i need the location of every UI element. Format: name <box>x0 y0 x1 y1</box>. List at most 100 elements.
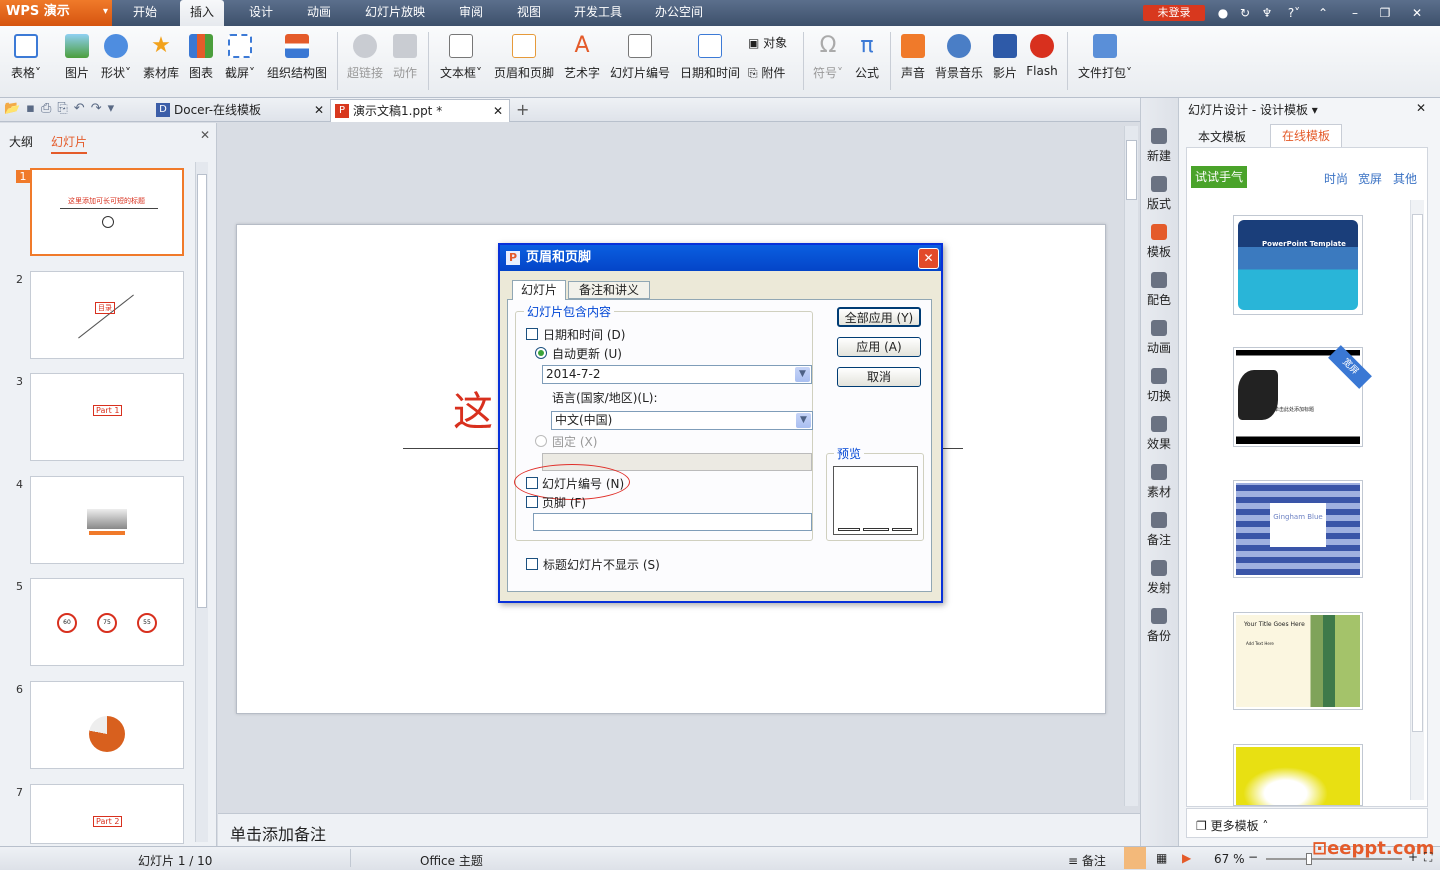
collapse-ribbon-icon[interactable]: ⌃ <box>1314 4 1332 22</box>
template-gingham-blue[interactable]: Gingham Blue <box>1233 480 1363 578</box>
tab-local-templates[interactable]: 本文模板 <box>1198 128 1246 145</box>
filter-widescreen[interactable]: 宽屏 <box>1358 170 1382 187</box>
app-menu-button[interactable]: WPS 演示 ▾ <box>0 0 112 26</box>
tab-home[interactable]: 开始 <box>122 0 168 26</box>
cancel-button[interactable]: 取消 <box>837 367 921 387</box>
quick-access-icons[interactable]: 📂▪⎙⎘↶↷▾ <box>4 101 120 116</box>
question-icon[interactable]: ?˅ <box>1282 4 1306 22</box>
zoom-out-icon[interactable]: − <box>1248 850 1258 864</box>
zoom-in-icon[interactable]: + <box>1408 850 1418 864</box>
help-icon[interactable]: ● <box>1214 4 1232 22</box>
side-new[interactable]: 新建 <box>1140 128 1178 164</box>
close-tab-icon[interactable]: ✕ <box>493 100 503 122</box>
date-format-select[interactable]: 2014-7-2 ▼ <box>542 365 812 384</box>
screenshot-button[interactable]: 截屏˅ <box>220 32 260 92</box>
filter-fashion[interactable]: 时尚 <box>1324 170 1348 187</box>
dialog-close-icon[interactable]: ✕ <box>918 248 939 269</box>
tab-developer[interactable]: 开发工具 <box>566 0 630 26</box>
slide-thumbnail[interactable]: Part 2 <box>30 784 184 844</box>
auto-update-radio[interactable] <box>535 347 547 359</box>
sorter-view-icon[interactable]: ▦ <box>1156 851 1167 865</box>
bg-music-button[interactable]: 背景音乐 <box>932 32 986 92</box>
tab-notes-handouts[interactable]: 备注和讲义 <box>568 281 650 299</box>
tab-slide[interactable]: 幻灯片 <box>512 280 566 300</box>
material-library-button[interactable]: ★ 素材库 <box>140 32 182 92</box>
sound-button[interactable]: 声音 <box>898 32 928 92</box>
file-package-button[interactable]: 文件打包˅ <box>1074 32 1136 92</box>
shirt-icon[interactable]: ♆ <box>1258 4 1276 22</box>
close-tab-icon[interactable]: ✕ <box>314 99 324 121</box>
table-button[interactable]: 表格˅ <box>6 32 46 92</box>
slide-thumbnail[interactable]: 这里添加可长可短的标题 <box>30 168 184 256</box>
slide-number-button[interactable]: 幻灯片编号 <box>608 32 672 92</box>
slide-thumbnail[interactable] <box>30 476 184 564</box>
side-backup[interactable]: 备份 <box>1140 608 1178 644</box>
login-button[interactable]: 未登录 <box>1143 5 1205 21</box>
symbol-button[interactable]: Ω 符号˅ <box>810 32 846 92</box>
sync-icon[interactable]: ↻ <box>1236 4 1254 22</box>
apply-all-button[interactable]: 全部应用 (Y) <box>837 307 921 327</box>
side-material[interactable]: 素材 <box>1140 464 1178 500</box>
shape-button[interactable]: 形状˅ <box>96 32 136 92</box>
doc-tab-presentation[interactable]: P 演示文稿1.ppt * ✕ <box>330 99 510 122</box>
template-powerpoint[interactable]: PowerPoint Template <box>1233 215 1363 315</box>
tab-online-templates[interactable]: 在线模板 <box>1270 124 1342 148</box>
datetime-button[interactable]: 日期和时间 <box>678 32 742 92</box>
minimize-icon[interactable]: – <box>1346 4 1364 22</box>
datetime-checkbox[interactable] <box>526 328 538 340</box>
flash-button[interactable]: Flash <box>1024 32 1060 92</box>
template-title-goes-here[interactable]: Your Title Goes Here Add Text Here <box>1233 612 1363 710</box>
try-luck-button[interactable]: 试试手气 <box>1191 166 1247 188</box>
slide-thumbnail[interactable]: Part 1 <box>30 373 184 461</box>
no-title-checkbox[interactable] <box>526 558 538 570</box>
fixed-radio[interactable] <box>535 435 547 447</box>
slide-thumbnail[interactable]: 目录 <box>30 271 184 359</box>
textbox-button[interactable]: 文本框˅ <box>436 32 486 92</box>
side-color[interactable]: 配色 <box>1140 272 1178 308</box>
more-templates-button[interactable]: ❐ 更多模板 ˄ <box>1196 817 1268 834</box>
notes-pane[interactable]: 单击添加备注 <box>218 813 1140 846</box>
slide-thumbnail[interactable] <box>30 681 184 769</box>
slide-panel-scrollbar[interactable] <box>195 162 208 842</box>
side-template[interactable]: 模板 <box>1140 224 1178 260</box>
close-icon[interactable]: ✕ <box>1408 4 1426 22</box>
gallery-scrollbar[interactable] <box>1410 200 1424 800</box>
side-launch[interactable]: 发射 <box>1140 560 1178 596</box>
apply-button[interactable]: 应用 (A) <box>837 337 921 357</box>
fit-window-icon[interactable]: ⛶ <box>1424 850 1432 865</box>
slideshow-icon[interactable]: ▶ <box>1182 851 1191 865</box>
tab-outline[interactable]: 大纲 <box>9 133 33 150</box>
header-footer-button[interactable]: 页眉和页脚 <box>492 32 556 92</box>
filter-other[interactable]: 其他 <box>1393 170 1417 187</box>
template-widescreen[interactable]: 单击此处添加标题 宽屏 <box>1233 345 1372 447</box>
notes-toggle[interactable]: ≡ 备注 <box>1068 852 1106 869</box>
pane-title[interactable]: 幻灯片设计 - 设计模板 ▾ <box>1188 101 1318 118</box>
doc-tab-docer[interactable]: D Docer-在线模板 ✕ <box>152 99 330 122</box>
restore-icon[interactable]: ❐ <box>1376 4 1394 22</box>
side-notes[interactable]: 备注 <box>1140 512 1178 548</box>
org-chart-button[interactable]: 组织结构图 <box>264 32 330 92</box>
picture-button[interactable]: 图片 <box>60 32 94 92</box>
side-transition[interactable]: 切换 <box>1140 368 1178 404</box>
new-tab-icon[interactable]: + <box>516 100 529 119</box>
slide-thumbnail[interactable]: 60 75 55 <box>30 578 184 666</box>
chart-button[interactable]: 图表 <box>186 32 216 92</box>
object-button[interactable]: ▣ 对象 <box>748 34 787 51</box>
footer-input[interactable] <box>533 513 812 531</box>
wordart-button[interactable]: A 艺术字 <box>562 32 602 92</box>
side-effect[interactable]: 效果 <box>1140 416 1178 452</box>
tab-insert[interactable]: 插入 <box>180 0 224 26</box>
tab-animation[interactable]: 动画 <box>296 0 342 26</box>
template-yellow[interactable] <box>1233 744 1363 806</box>
side-layout[interactable]: 版式 <box>1140 176 1178 212</box>
movie-button[interactable]: 影片 <box>990 32 1020 92</box>
language-select[interactable]: 中文(中国) ▼ <box>551 411 813 430</box>
formula-button[interactable]: π 公式 <box>852 32 882 92</box>
hyperlink-button[interactable]: 超链接 <box>344 32 386 92</box>
attachment-button[interactable]: ⎘ 附件 <box>748 64 785 81</box>
tab-design[interactable]: 设计 <box>238 0 284 26</box>
tab-office-space[interactable]: 办公空间 <box>646 0 712 26</box>
close-pane-icon[interactable]: ✕ <box>1416 101 1426 115</box>
tab-slides[interactable]: 幻灯片 <box>51 133 88 154</box>
footer-checkbox[interactable] <box>526 496 538 508</box>
